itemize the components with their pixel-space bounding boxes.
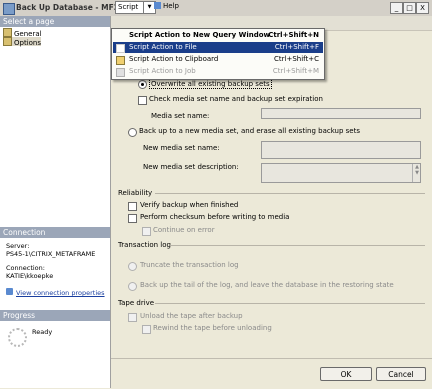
connection-value: KATIE\kkoepke xyxy=(6,272,54,280)
select-page-header: Select a page xyxy=(0,16,110,27)
connection-header: Connection xyxy=(0,227,110,238)
check-media-label: Check media set name and backup set expi… xyxy=(149,95,323,103)
new-media-set-description-label: New media set description: xyxy=(143,163,239,171)
tape-drive-divider xyxy=(155,303,425,304)
new-media-set-name-input[interactable] xyxy=(261,141,421,159)
transaction-log-header: Transaction log xyxy=(118,241,171,249)
truncate-log-label: Truncate the transaction log xyxy=(140,261,239,269)
help-icon xyxy=(154,2,161,9)
close-button[interactable]: X xyxy=(416,2,429,14)
page-icon xyxy=(3,37,12,46)
new-media-set-name-label: New media set name: xyxy=(143,144,220,152)
overwrite-all-radio[interactable] xyxy=(138,80,147,89)
unload-tape-label: Unload the tape after backup xyxy=(140,312,243,320)
media-set-name-label: Media set name: xyxy=(151,112,210,120)
connection-label: Connection: xyxy=(6,264,45,272)
reliability-header: Reliability xyxy=(118,189,153,197)
menu-item-script-to-clipboard[interactable]: Script Action to Clipboard Ctrl+Shift+C xyxy=(113,54,323,65)
verify-backup-label: Verify backup when finished xyxy=(140,201,239,209)
continue-on-error-label: Continue on error xyxy=(153,226,215,234)
minimize-button[interactable]: _ xyxy=(390,2,403,14)
file-icon xyxy=(116,44,125,53)
media-set-name-input[interactable] xyxy=(261,108,421,119)
description-scroll-icon[interactable]: ▲ ▼ xyxy=(412,164,421,182)
unload-tape-checkbox[interactable] xyxy=(128,313,137,322)
continue-on-error-checkbox[interactable] xyxy=(142,227,151,236)
menu-item-new-query-window[interactable]: Script Action to New Query Window Ctrl+S… xyxy=(113,30,323,41)
menu-item-script-to-job[interactable]: Script Action to Job Ctrl+Shift+M xyxy=(113,66,323,77)
server-label: Server: xyxy=(6,242,30,250)
verify-backup-checkbox[interactable] xyxy=(128,202,137,211)
window-title: Back Up Database - MF20 xyxy=(16,3,125,12)
progress-status: Ready xyxy=(32,328,53,336)
title-bar: Back Up Database - MF20 _ □ X xyxy=(0,0,432,17)
backup-tail-radio[interactable] xyxy=(128,282,137,291)
new-media-set-label: Back up to a new media set, and erase al… xyxy=(139,127,360,135)
maximize-button[interactable]: □ xyxy=(403,2,416,14)
tape-drive-header: Tape drive xyxy=(118,299,155,307)
page-general[interactable]: General xyxy=(3,28,42,38)
checksum-label: Perform checksum before writing to media xyxy=(140,213,290,221)
rewind-tape-checkbox[interactable] xyxy=(142,325,151,334)
overwrite-all-label: Overwrite all existing backup sets xyxy=(149,79,272,89)
help-button[interactable]: Help xyxy=(152,1,181,12)
reliability-divider xyxy=(155,193,425,194)
backup-tail-label: Back up the tail of the log, and leave t… xyxy=(140,281,394,289)
server-value: PS45-1\CITRIX_METAFRAME xyxy=(6,250,96,258)
page-icon xyxy=(3,28,12,37)
cancel-button[interactable]: Cancel xyxy=(376,367,426,381)
progress-spinner-icon xyxy=(8,328,27,347)
new-media-set-description-input[interactable] xyxy=(261,163,421,183)
checksum-checkbox[interactable] xyxy=(128,214,137,223)
truncate-log-radio[interactable] xyxy=(128,262,137,271)
transaction-log-divider xyxy=(170,245,425,246)
new-media-set-radio[interactable] xyxy=(128,128,137,137)
menu-item-script-to-file[interactable]: Script Action to File Ctrl+Shift+F xyxy=(113,42,323,53)
progress-header: Progress xyxy=(0,310,110,321)
left-pane: Select a page General Options Connection… xyxy=(0,16,111,388)
clipboard-icon xyxy=(116,56,125,65)
database-icon xyxy=(3,3,15,15)
check-media-checkbox[interactable] xyxy=(138,96,147,105)
view-connection-properties-link[interactable]: View connection properties xyxy=(16,289,105,297)
rewind-tape-label: Rewind the tape before unloading xyxy=(153,324,272,332)
job-icon xyxy=(116,68,125,77)
script-dropdown-menu: Script Action to New Query Window Ctrl+S… xyxy=(111,28,325,80)
page-options[interactable]: Options xyxy=(3,37,42,47)
ok-button[interactable]: OK xyxy=(320,367,372,381)
properties-icon xyxy=(6,288,13,295)
